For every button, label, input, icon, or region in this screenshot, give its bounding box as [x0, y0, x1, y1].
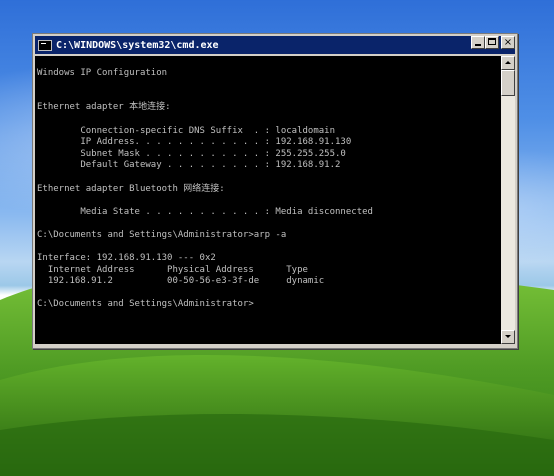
maximize-icon: [488, 38, 496, 45]
console-line: Ethernet adapter Bluetooth 网络连接:: [37, 183, 225, 194]
close-button[interactable]: ×: [501, 36, 515, 49]
arrow-up-icon: [505, 61, 511, 64]
cmd-window[interactable]: C:\WINDOWS\system32\cmd.exe × Windows IP…: [32, 33, 518, 349]
console-line: Connection-specific DNS Suffix . : local…: [37, 125, 336, 136]
arrow-down-icon: [505, 335, 511, 338]
minimize-icon: [475, 44, 481, 46]
console-line: Subnet Mask . . . . . . . . . . . : 255.…: [37, 148, 346, 159]
close-icon: ×: [503, 37, 513, 48]
console-line: IP Address. . . . . . . . . . . . : 192.…: [37, 137, 352, 148]
title-bar[interactable]: C:\WINDOWS\system32\cmd.exe: [35, 36, 515, 54]
scroll-up-button[interactable]: [501, 56, 515, 70]
scroll-down-button[interactable]: [501, 330, 515, 344]
scroll-thumb[interactable]: [501, 70, 515, 96]
console-text: Windows IP Configuration Ethernet adapter…: [35, 56, 501, 344]
console-line: C:\Documents and Settings\Administrator>…: [37, 229, 287, 240]
cmd-icon[interactable]: [38, 39, 52, 51]
console-line: Internet Address Physical Address Type: [37, 264, 308, 275]
console-line: Interface: 192.168.91.130 --- 0x2: [37, 253, 216, 264]
minimize-button[interactable]: [471, 36, 485, 49]
console-output[interactable]: Windows IP Configuration Ethernet adapter…: [35, 56, 501, 344]
window-title: C:\WINDOWS\system32\cmd.exe: [56, 39, 219, 51]
console-line: Windows IP Configuration: [37, 67, 168, 78]
console-line: Media State . . . . . . . . . . . : Medi…: [37, 206, 373, 217]
console-line: Default Gateway . . . . . . . . . : 192.…: [37, 160, 341, 171]
console-line: 192.168.91.2 00-50-56-e3-3f-de dynamic: [37, 276, 325, 287]
console-prompt: C:\Documents and Settings\Administrator>: [37, 299, 254, 310]
vertical-scrollbar[interactable]: [501, 56, 515, 344]
window-controls: ×: [471, 36, 515, 49]
console-line: Ethernet adapter 本地连接:: [37, 102, 171, 113]
maximize-button[interactable]: [485, 36, 499, 49]
